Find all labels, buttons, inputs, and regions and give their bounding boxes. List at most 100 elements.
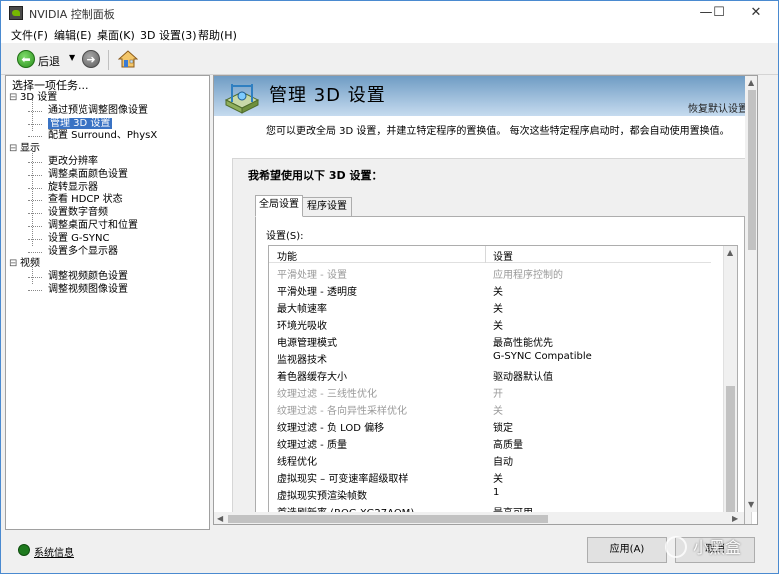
toolbar: ⬅ 后退 ▼ ➜ <box>1 43 778 75</box>
settings-row[interactable]: 虚拟现实 – 可变速率超级取样 关 <box>269 468 711 485</box>
grid-scroll-thumb[interactable] <box>726 386 735 516</box>
settings-row[interactable]: 电源管理模式 最高性能优先 <box>269 332 711 349</box>
settings-grid[interactable]: 功能 设置 平滑处理 - 设置 应用程序控制的 平滑处理 - 透明度关最大帧速率关环… <box>268 245 738 524</box>
page-scroll-up-icon[interactable]: ▲ <box>748 78 754 87</box>
nvidia-app-icon <box>9 6 23 20</box>
back-arrow-icon[interactable]: ⬅ <box>17 50 35 68</box>
page-banner: 管理 3D 设置 恢复默认设置 <box>214 76 757 116</box>
settings-panel: 我希望使用以下 3D 设置： 全局设置 程序设置 设置(S): 功能 设置 平滑… <box>232 158 752 524</box>
page-scroll-right-icon[interactable]: ▶ <box>732 514 738 523</box>
settings-row[interactable]: 环境光吸收 关 <box>269 315 711 332</box>
nvidia-control-panel-window: NVIDIA 控制面板 — ☐ ✕ 文件(F) 编辑(E) 桌面(K) 3D 设… <box>0 0 779 574</box>
tree-item-desktop-size-position[interactable]: 调整桌面尺寸和位置 <box>10 220 206 233</box>
setting-value[interactable]: 关 <box>493 317 503 332</box>
system-info-link[interactable]: 系统信息 <box>34 544 74 559</box>
setting-feature-name: 环境光吸收 <box>277 321 327 332</box>
page-scroll-down-icon[interactable]: ▼ <box>748 500 754 509</box>
system-info-icon[interactable] <box>18 544 30 556</box>
tab-program-settings[interactable]: 程序设置 <box>302 197 352 217</box>
tree-category-display[interactable]: 显示 <box>9 143 206 156</box>
setting-value[interactable]: 自动 <box>493 453 513 468</box>
history-dropdown-icon[interactable]: ▼ <box>69 53 75 62</box>
settings-row[interactable]: 纹理过滤 - 各向异性采样优化 关 <box>269 400 711 417</box>
setting-feature-name: 纹理过滤 - 三线性优化 <box>277 389 377 400</box>
settings-row[interactable]: 监视器技术 G-SYNC Compatible <box>269 349 711 366</box>
tree-category-3d-settings[interactable]: 3D 设置 <box>9 92 206 105</box>
task-pane: 选择一项任务... 3D 设置 通过预览调整图像设置 管理 3D 设置 配置 S… <box>5 75 210 530</box>
menu-3d-settings[interactable]: 3D 设置(3) <box>140 27 197 43</box>
close-button[interactable]: ✕ <box>738 1 774 25</box>
tree-item-rotate-display[interactable]: 旋转显示器 <box>10 182 206 195</box>
main-content-pane: 管理 3D 设置 恢复默认设置 您可以更改全局 3D 设置，并建立特定程序的置换… <box>213 75 758 525</box>
setting-value[interactable]: 关 <box>493 402 503 417</box>
setting-value[interactable]: 最高性能优先 <box>493 334 553 349</box>
setting-feature-name: 虚拟现实 – 可变速率超级取样 <box>277 474 409 485</box>
setting-feature-name: 监视器技术 <box>277 355 327 366</box>
page-horizontal-scrollbar[interactable]: ◀ ▶ <box>214 512 744 524</box>
apply-button[interactable]: 应用(A) <box>587 537 667 563</box>
menu-desktop[interactable]: 桌面(K) <box>97 27 135 43</box>
setting-feature-name: 平滑处理 - 透明度 <box>277 287 357 298</box>
tree-item-preview-image-settings[interactable]: 通过预览调整图像设置 <box>10 105 206 118</box>
column-header-setting[interactable]: 设置 <box>493 248 513 263</box>
setting-value[interactable]: 驱动器默认值 <box>493 368 553 383</box>
settings-row[interactable]: 纹理过滤 - 质量 高质量 <box>269 434 711 451</box>
settings-row[interactable]: 最大帧速率 关 <box>269 298 711 315</box>
restore-defaults-link[interactable]: 恢复默认设置 <box>688 100 748 115</box>
setting-value[interactable]: G-SYNC Compatible <box>493 351 592 362</box>
settings-row[interactable]: 纹理过滤 - 负 LOD 偏移 锁定 <box>269 417 711 434</box>
setting-value[interactable]: 高质量 <box>493 436 523 451</box>
settings-row[interactable]: 虚拟现实预渲染帧数 1 <box>269 485 711 502</box>
forward-arrow-icon[interactable]: ➜ <box>82 50 100 68</box>
column-divider[interactable] <box>485 246 486 263</box>
column-header-feature[interactable]: 功能 <box>277 248 297 263</box>
settings-row[interactable]: 平滑处理 - 设置 应用程序控制的 <box>269 264 711 281</box>
tab-global-settings[interactable]: 全局设置 <box>255 195 303 217</box>
tree-item-digital-audio[interactable]: 设置数字音频 <box>10 207 206 220</box>
setting-value[interactable]: 开 <box>493 385 503 400</box>
tree-item-desktop-color[interactable]: 调整桌面颜色设置 <box>10 169 206 182</box>
menu-file[interactable]: 文件(F) <box>11 27 48 43</box>
setting-value[interactable]: 应用程序控制的 <box>493 266 563 281</box>
page-vertical-scrollbar[interactable]: ▲ ▼ <box>745 76 757 512</box>
setting-value[interactable]: 关 <box>493 283 503 298</box>
setting-value[interactable]: 关 <box>493 300 503 315</box>
tree-item-gsync[interactable]: 设置 G-SYNC <box>10 233 206 246</box>
watermark-text: 小黑盒 <box>693 538 742 557</box>
setting-feature-name: 最大帧速率 <box>277 304 327 315</box>
tree-item-hdcp-status[interactable]: 查看 HDCP 状态 <box>10 194 206 207</box>
task-pane-header: 选择一项任务... <box>12 79 89 92</box>
global-settings-tab-body: 设置(S): 功能 设置 平滑处理 - 设置 应用程序控制的 平滑处理 - 透明度关… <box>255 216 745 524</box>
setting-value[interactable]: 关 <box>493 470 503 485</box>
page-scroll-thumb[interactable] <box>748 90 756 250</box>
home-icon[interactable] <box>118 49 138 69</box>
settings-row[interactable]: 线程优化 自动 <box>269 451 711 468</box>
menu-help[interactable]: 帮助(H) <box>198 27 237 43</box>
tree-category-video[interactable]: 视频 <box>9 258 206 271</box>
menu-edit[interactable]: 编辑(E) <box>54 27 92 43</box>
back-button-label[interactable]: 后退 <box>38 53 60 69</box>
menu-bar: 文件(F) 编辑(E) 桌面(K) 3D 设置(3) 帮助(H) <box>1 25 778 43</box>
setting-value[interactable]: 锁定 <box>493 419 513 434</box>
page-description: 您可以更改全局 3D 设置，并建立特定程序的置换值。 每次这些特定程序启动时，都… <box>266 126 730 137</box>
settings-row[interactable]: 纹理过滤 - 三线性优化 开 <box>269 383 711 400</box>
tree-item-video-color[interactable]: 调整视频颜色设置 <box>10 271 206 284</box>
page-hscroll-thumb[interactable] <box>228 515 548 523</box>
watermark-logo-icon <box>665 536 687 558</box>
grid-vertical-scrollbar[interactable]: ▲ ▼ <box>723 246 737 524</box>
page-scroll-left-icon[interactable]: ◀ <box>217 514 223 523</box>
tree-item-multiple-displays[interactable]: 设置多个显示器 <box>10 246 206 259</box>
maximize-button[interactable]: ☐ <box>704 1 734 25</box>
settings-row[interactable]: 着色器缓存大小 驱动器默认值 <box>269 366 711 383</box>
task-tree: 3D 设置 通过预览调整图像设置 管理 3D 设置 配置 Surround、Ph… <box>9 92 206 297</box>
tree-item-configure-surround-physx[interactable]: 配置 Surround、PhysX <box>10 130 206 143</box>
setting-feature-name: 着色器缓存大小 <box>277 372 347 383</box>
tree-item-manage-3d-settings[interactable]: 管理 3D 设置 <box>10 117 206 131</box>
scroll-up-icon[interactable]: ▲ <box>727 248 733 257</box>
settings-row[interactable]: 平滑处理 - 透明度 关 <box>269 281 711 298</box>
settings-grid-header: 功能 设置 <box>269 246 711 263</box>
tree-item-video-image[interactable]: 调整视频图像设置 <box>10 284 206 297</box>
tree-item-change-resolution[interactable]: 更改分辨率 <box>10 156 206 169</box>
3d-cube-icon <box>224 84 260 114</box>
setting-value[interactable]: 1 <box>493 487 499 498</box>
